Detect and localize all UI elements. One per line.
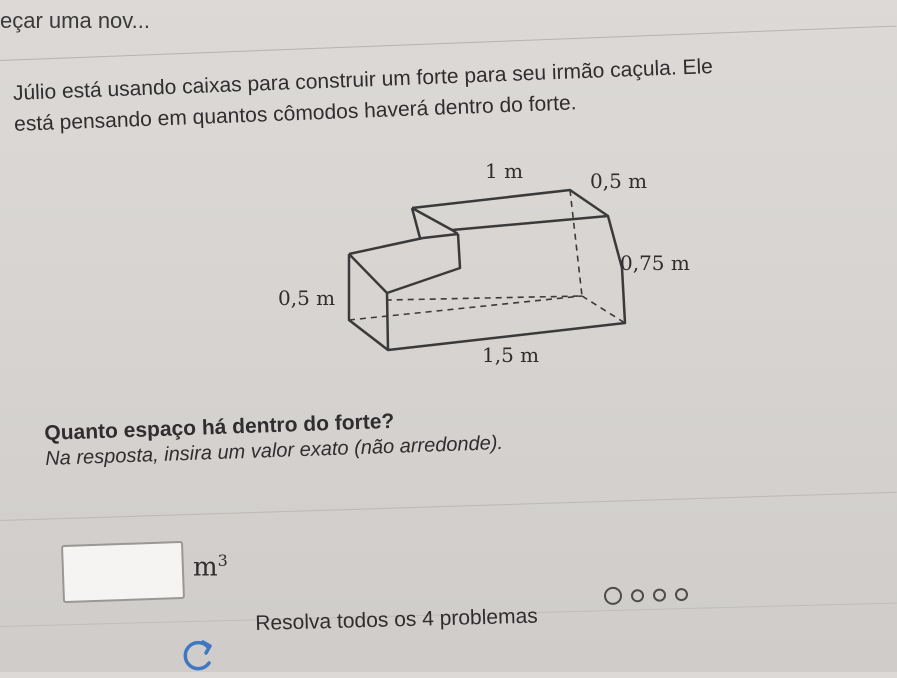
- progress-dot: [674, 587, 689, 601]
- fort-diagram: 1 m 0,5 m 0,75 m 0,5 m 1,5 m: [270, 150, 700, 380]
- answer-input[interactable]: [61, 540, 185, 604]
- solve-all-problems-label: Resolva todos os 4 problemas: [255, 604, 539, 635]
- divider: [0, 491, 897, 521]
- dimension-label-right-height: 0,75 m: [620, 251, 690, 275]
- dimension-label-left-height: 0,5 m: [278, 286, 335, 310]
- problem-statement: Júlio está usando caixas para construir …: [10, 0, 874, 140]
- progress-dot: [603, 586, 623, 606]
- progress-dots: [603, 585, 689, 606]
- question-block: Quanto espaço há dentro do forte? Na res…: [44, 393, 865, 471]
- progress-dot: [630, 588, 645, 602]
- dimension-label-bottom-length: 1,5 m: [482, 343, 539, 367]
- unit-base: m: [193, 552, 218, 583]
- dimension-label-top-length: 1 m: [485, 159, 523, 183]
- dimension-label-top-depth: 0,5 m: [590, 169, 647, 193]
- refresh-icon[interactable]: [178, 633, 218, 673]
- fort-diagram-svg: 1 m 0,5 m 0,75 m 0,5 m 1,5 m: [278, 159, 690, 367]
- unit-exponent: 3: [217, 551, 228, 570]
- progress-dot: [652, 587, 667, 602]
- refresh-icon-svg: [183, 640, 212, 671]
- answer-unit: m3: [193, 551, 228, 583]
